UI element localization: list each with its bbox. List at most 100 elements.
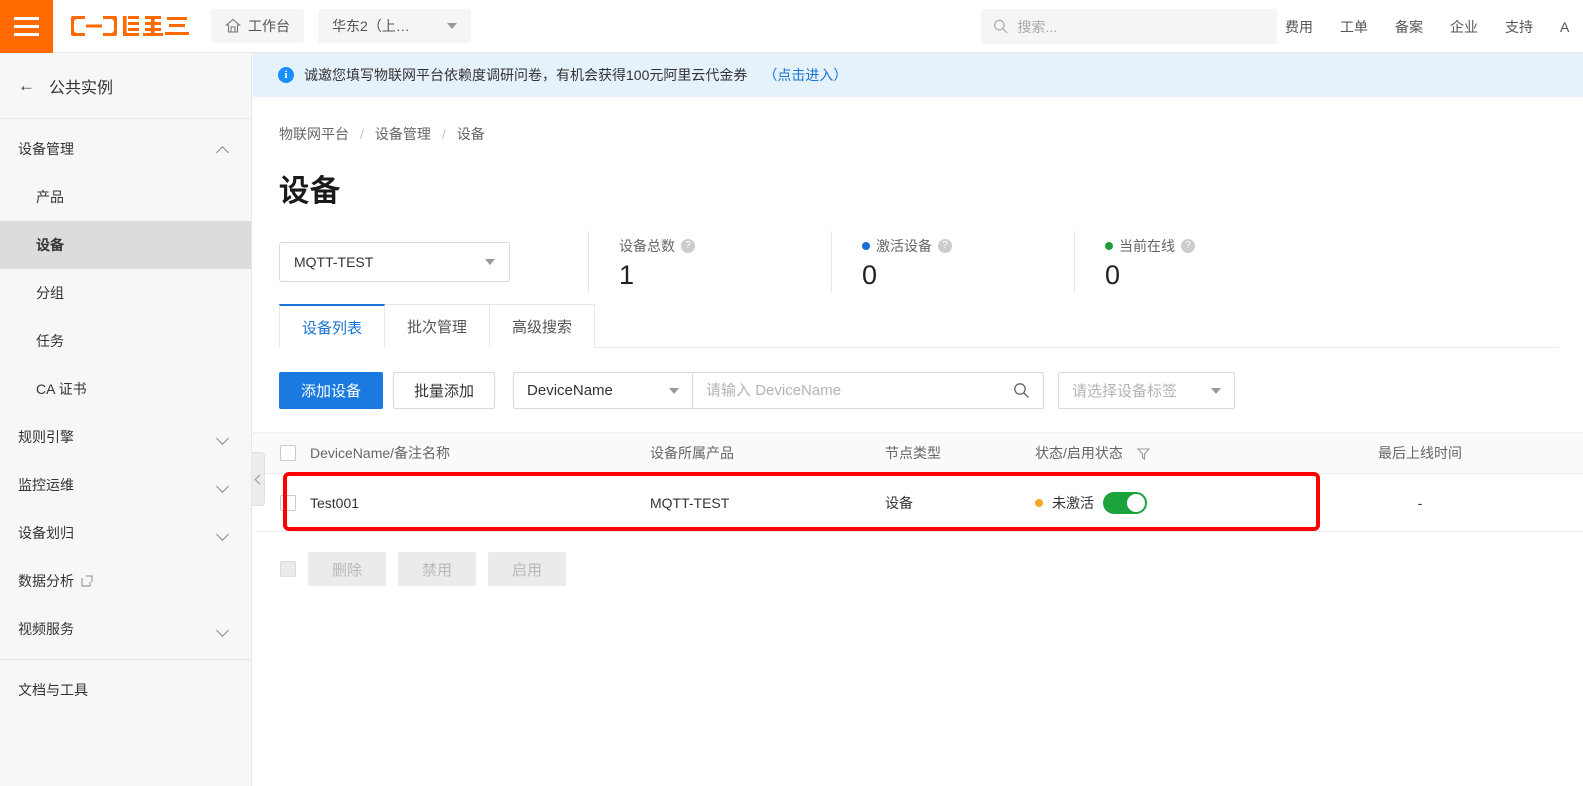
breadcrumb-item-iot-platform[interactable]: 物联网平台 — [279, 124, 349, 144]
filter-icon[interactable] — [1136, 447, 1150, 460]
tab-bar: 设备列表 批次管理 高级搜索 — [279, 304, 1558, 348]
sidebar-group-label: 监控运维 — [18, 477, 74, 493]
main-content: i 诚邀您填写物联网平台依赖度调研问卷，有机会获得100元阿里云代金券 （点击进… — [253, 53, 1583, 786]
bulk-select-checkbox[interactable] — [280, 561, 296, 577]
breadcrumb-separator: / — [360, 126, 364, 142]
global-search[interactable] — [981, 9, 1277, 44]
cell-node-type: 设备 — [885, 494, 913, 511]
batch-add-button[interactable]: 批量添加 — [393, 372, 496, 409]
top-header: 工作台 华东2（上… 费用 工单 备案 企业 支持 A — [0, 0, 1583, 53]
info-icon: i — [278, 67, 294, 83]
sidebar-divider — [0, 659, 251, 660]
sidebar-item-ca-certificate[interactable]: CA 证书 — [0, 365, 251, 413]
arrow-left-icon: ← — [18, 76, 35, 95]
cell-device-name[interactable]: Test001 — [310, 495, 650, 511]
stat-total-devices-label: 设备总数 — [619, 237, 675, 254]
notice-text: 诚邀您填写物联网平台依赖度调研问卷，有机会获得100元阿里云代金券 — [304, 67, 748, 83]
enable-button[interactable]: 启用 — [488, 552, 567, 586]
nav-item-enterprise[interactable]: 企业 — [1450, 17, 1478, 37]
sidebar-item-devices[interactable]: 设备 — [0, 221, 251, 269]
hamburger-icon[interactable] — [0, 0, 53, 53]
sidebar-item-groups[interactable]: 分组 — [0, 269, 251, 317]
device-search-input[interactable] — [706, 382, 1014, 399]
sidebar-item-products[interactable]: 产品 — [0, 173, 251, 221]
delete-button[interactable]: 删除 — [308, 552, 387, 586]
nav-item-icp[interactable]: 备案 — [1395, 17, 1423, 37]
sidebar-group-label: 视频服务 — [18, 621, 74, 637]
sidebar-group-label: 设备管理 — [18, 141, 74, 157]
cell-last-online: - — [1417, 494, 1423, 511]
device-tag-selector[interactable]: 请选择设备标签 — [1058, 372, 1236, 409]
nav-item-fee[interactable]: 费用 — [1285, 17, 1313, 37]
breadcrumb-item-device-management[interactable]: 设备管理 — [375, 124, 431, 144]
chevron-down-icon — [218, 480, 229, 491]
search-input[interactable] — [1017, 18, 1265, 35]
stat-total-devices-value: 1 — [619, 259, 635, 290]
device-tag-selector-placeholder: 请选择设备标签 — [1072, 383, 1178, 400]
select-all-checkbox[interactable] — [280, 445, 296, 461]
workbench-button[interactable]: 工作台 — [211, 9, 304, 43]
top-nav: 费用 工单 备案 企业 支持 A — [1285, 0, 1572, 53]
table-header-row: DeviceName/备注名称 设备所属产品 节点类型 状态/启用状态 最后上线… — [253, 432, 1583, 474]
breadcrumb-separator: / — [441, 126, 446, 142]
sidebar-collapse-handle[interactable] — [252, 452, 265, 506]
stat-label: 激活设备 ? — [862, 236, 1074, 256]
stat-label: 设备总数 ? — [619, 236, 831, 256]
disable-button[interactable]: 禁用 — [398, 552, 477, 586]
breadcrumb-item-devices: 设备 — [456, 126, 485, 142]
sidebar-group-device-assignment[interactable]: 设备划归 — [0, 509, 251, 557]
sidebar-back-public-instance[interactable]: ← 公共实例 — [0, 53, 251, 119]
stat-activated-devices-label: 激活设备 — [876, 237, 932, 254]
sidebar-group-label: 规则引擎 — [18, 429, 74, 445]
sidebar-item-data-analysis[interactable]: 数据分析 — [0, 557, 251, 605]
sidebar-menu: 设备管理 产品 设备 分组 任务 CA 证书 规则引擎 监控运维 设备划归 数据… — [0, 119, 251, 714]
sidebar-item-docs-tools[interactable]: 文档与工具 — [0, 666, 251, 714]
region-selector[interactable]: 华东2（上… — [318, 9, 471, 43]
sidebar-item-label: 文档与工具 — [18, 682, 88, 698]
table-toolbar: 添加设备 批量添加 DeviceName 请选择设备标签 — [279, 372, 1583, 409]
sidebar-group-rules-engine[interactable]: 规则引擎 — [0, 413, 251, 461]
column-header-node-type: 节点类型 — [885, 445, 941, 461]
sidebar-item-tasks[interactable]: 任务 — [0, 317, 251, 365]
sidebar-group-device-management[interactable]: 设备管理 — [0, 125, 251, 173]
help-icon[interactable]: ? — [1181, 238, 1195, 253]
search-field-selector[interactable]: DeviceName — [513, 372, 694, 409]
account-avatar[interactable]: A — [1560, 19, 1572, 35]
stat-label: 当前在线 ? — [1105, 236, 1317, 256]
table-row[interactable]: Test001 MQTT-TEST 设备 未激活 - — [253, 474, 1583, 532]
stat-activated-devices: 激活设备 ? 0 — [831, 231, 1074, 293]
row-checkbox[interactable] — [280, 494, 296, 511]
sidebar-item-label: 数据分析 — [18, 573, 74, 589]
product-selector[interactable]: MQTT-TEST — [279, 242, 510, 282]
sidebar-group-video-service[interactable]: 视频服务 — [0, 605, 251, 653]
sidebar-item-label: 产品 — [36, 189, 64, 205]
help-icon[interactable]: ? — [938, 238, 952, 253]
stat-online-now-value: 0 — [1105, 259, 1121, 290]
tab-label: 高级搜索 — [512, 319, 573, 336]
tab-advanced-search[interactable]: 高级搜索 — [490, 304, 596, 348]
chevron-down-icon — [447, 23, 457, 29]
add-device-button[interactable]: 添加设备 — [279, 372, 384, 409]
chevron-up-icon — [218, 144, 229, 155]
sidebar-group-label: 设备划归 — [18, 525, 74, 541]
chevron-down-icon — [218, 432, 229, 443]
nav-item-ticket[interactable]: 工单 — [1340, 17, 1368, 37]
search-icon — [994, 19, 1008, 34]
tab-device-list[interactable]: 设备列表 — [279, 304, 386, 348]
status-dot-online — [1105, 241, 1113, 250]
help-icon[interactable]: ? — [681, 238, 695, 253]
tab-batch-management[interactable]: 批次管理 — [385, 304, 491, 348]
search-icon[interactable] — [1013, 382, 1030, 399]
nav-item-support[interactable]: 支持 — [1505, 17, 1533, 37]
column-header-status: 状态/启用状态 — [1035, 443, 1305, 463]
sidebar: ← 公共实例 设备管理 产品 设备 分组 任务 CA 证书 规则引擎 监控运维 — [0, 53, 252, 786]
sidebar-group-monitoring[interactable]: 监控运维 — [0, 461, 251, 509]
chevron-down-icon — [218, 624, 229, 635]
alibaba-cloud-logo[interactable] — [71, 11, 191, 41]
enable-toggle[interactable] — [1103, 491, 1147, 514]
sidebar-back-label: 公共实例 — [49, 79, 114, 97]
notice-link[interactable]: （点击进入） — [763, 65, 847, 85]
device-search-box[interactable] — [693, 372, 1045, 409]
stat-online-now: 当前在线 ? 0 — [1074, 231, 1317, 293]
sidebar-item-label: 分组 — [36, 285, 64, 301]
